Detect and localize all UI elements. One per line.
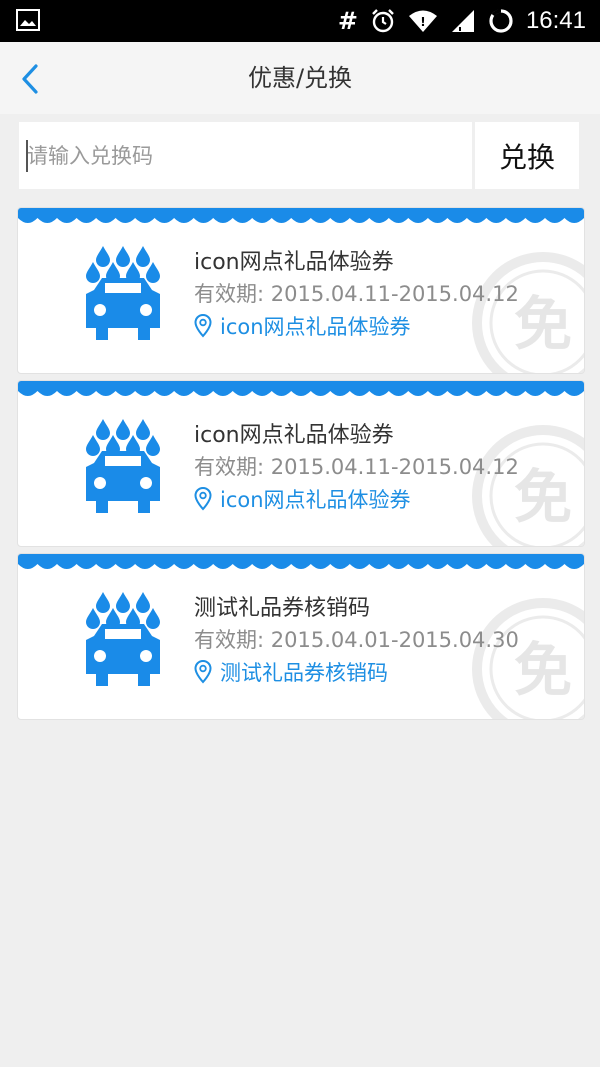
ticket-scallop-edge — [18, 381, 584, 396]
redeem-button[interactable]: 兑换 — [475, 122, 579, 189]
free-stamp-icon: 免 — [472, 252, 584, 373]
coupon-card[interactable]: 免 icon网点礼品体验券 有效期: 2015.04.11-2015.04.12 — [17, 380, 585, 547]
coupon-title: icon网点礼品体验券 — [194, 423, 394, 448]
svg-text:免: 免 — [514, 290, 572, 358]
coupon-card[interactable]: 免 测试礼品券核销码 有效期: 2015.04.01-2015.04.30 测试… — [17, 553, 585, 720]
chevron-left-icon[interactable] — [14, 62, 48, 96]
battery-icon — [489, 9, 513, 33]
svg-text:免: 免 — [514, 636, 572, 704]
coupon-location: icon网点礼品体验券 — [194, 311, 411, 341]
coupon-title: 测试礼品券核销码 — [194, 596, 371, 621]
hash-indicator: # — [337, 7, 358, 35]
car-wash-icon — [86, 246, 160, 340]
coupon-location: icon网点礼品体验券 — [194, 484, 411, 514]
free-stamp-icon: 免 — [472, 598, 584, 719]
wifi-icon: ! — [408, 10, 437, 32]
validity-label: 有效期: — [194, 282, 271, 306]
svg-text:!: ! — [420, 15, 425, 29]
coupon-validity: 有效期: 2015.04.11-2015.04.12 — [194, 451, 519, 481]
coupon-title: icon网点礼品体验券 — [194, 250, 394, 275]
text-cursor — [26, 140, 28, 172]
redeem-code-input[interactable] — [19, 122, 472, 189]
coupon-location: 测试礼品券核销码 — [194, 657, 388, 687]
location-pin-icon — [194, 660, 212, 684]
ticket-scallop-edge — [18, 208, 584, 223]
image-icon — [16, 9, 40, 31]
validity-label: 有效期: — [194, 628, 271, 652]
validity-range: 2015.04.01-2015.04.30 — [270, 628, 519, 652]
signal-icon — [451, 10, 474, 32]
location-pin-icon — [194, 487, 212, 511]
clock-time: 16:41 — [525, 7, 586, 34]
location-text: icon网点礼品体验券 — [220, 315, 411, 339]
coupon-card[interactable]: 免 icon网点礼品体验券 有效期: 2015.04.11-2015.04.12 — [17, 207, 585, 374]
car-wash-icon — [86, 419, 160, 513]
page-title: 优惠/兑换 — [247, 64, 353, 92]
car-wash-icon — [86, 592, 160, 686]
alarm-icon — [372, 9, 394, 33]
coupon-validity: 有效期: 2015.04.01-2015.04.30 — [194, 624, 519, 654]
free-stamp-icon: 免 — [472, 425, 584, 546]
validity-label: 有效期: — [194, 455, 271, 479]
location-text: 测试礼品券核销码 — [220, 661, 388, 685]
nav-bar: 优惠/兑换 — [0, 42, 600, 114]
status-bar: # ! 16:41 — [0, 0, 600, 42]
svg-text:免: 免 — [514, 463, 572, 531]
validity-range: 2015.04.11-2015.04.12 — [270, 282, 519, 306]
ticket-scallop-edge — [18, 554, 584, 569]
location-pin-icon — [194, 314, 212, 338]
location-text: icon网点礼品体验券 — [220, 488, 411, 512]
validity-range: 2015.04.11-2015.04.12 — [270, 455, 519, 479]
coupon-validity: 有效期: 2015.04.11-2015.04.12 — [194, 278, 519, 308]
